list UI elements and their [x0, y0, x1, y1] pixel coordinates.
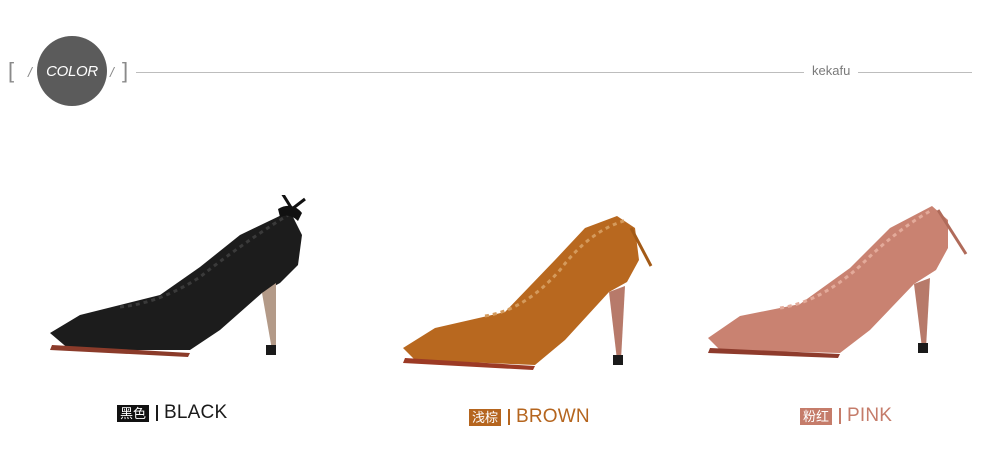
caption-brown: 浅棕 BROWN — [469, 406, 590, 428]
section-header: [ / COLOR / ] kekafu — [0, 0, 990, 120]
caption-pink: 粉红 PINK — [800, 405, 892, 427]
caption-pink-en: PINK — [847, 405, 893, 426]
caption-black: 黑色 BLACK — [117, 402, 227, 424]
caption-black-cn: 黑色 — [117, 404, 150, 422]
caption-black-separator — [156, 405, 159, 421]
right-bracket-close: ] — [122, 58, 129, 83]
color-badge-label: COLOR — [46, 62, 98, 80]
brand-name: kekafu — [812, 63, 851, 78]
caption-brown-en: BROWN — [516, 406, 590, 427]
header-rule-right — [858, 72, 972, 73]
left-bracket-open: [ — [8, 58, 15, 83]
brown-pump-image — [403, 216, 653, 370]
caption-pink-separator — [839, 408, 842, 424]
caption-brown-separator — [508, 409, 511, 425]
header-rule-left — [136, 72, 804, 73]
left-slash: / — [28, 64, 32, 80]
product-pink[interactable] — [700, 198, 975, 373]
black-pump-image — [50, 192, 306, 357]
product-brown[interactable] — [395, 200, 665, 380]
caption-pink-cn: 粉红 — [800, 407, 833, 425]
color-badge: COLOR — [37, 36, 107, 106]
caption-brown-cn: 浅棕 — [469, 408, 502, 426]
pink-pump-image — [708, 206, 968, 358]
product-black[interactable] — [40, 192, 320, 375]
right-slash: / — [110, 64, 114, 80]
caption-black-en: BLACK — [164, 402, 228, 423]
